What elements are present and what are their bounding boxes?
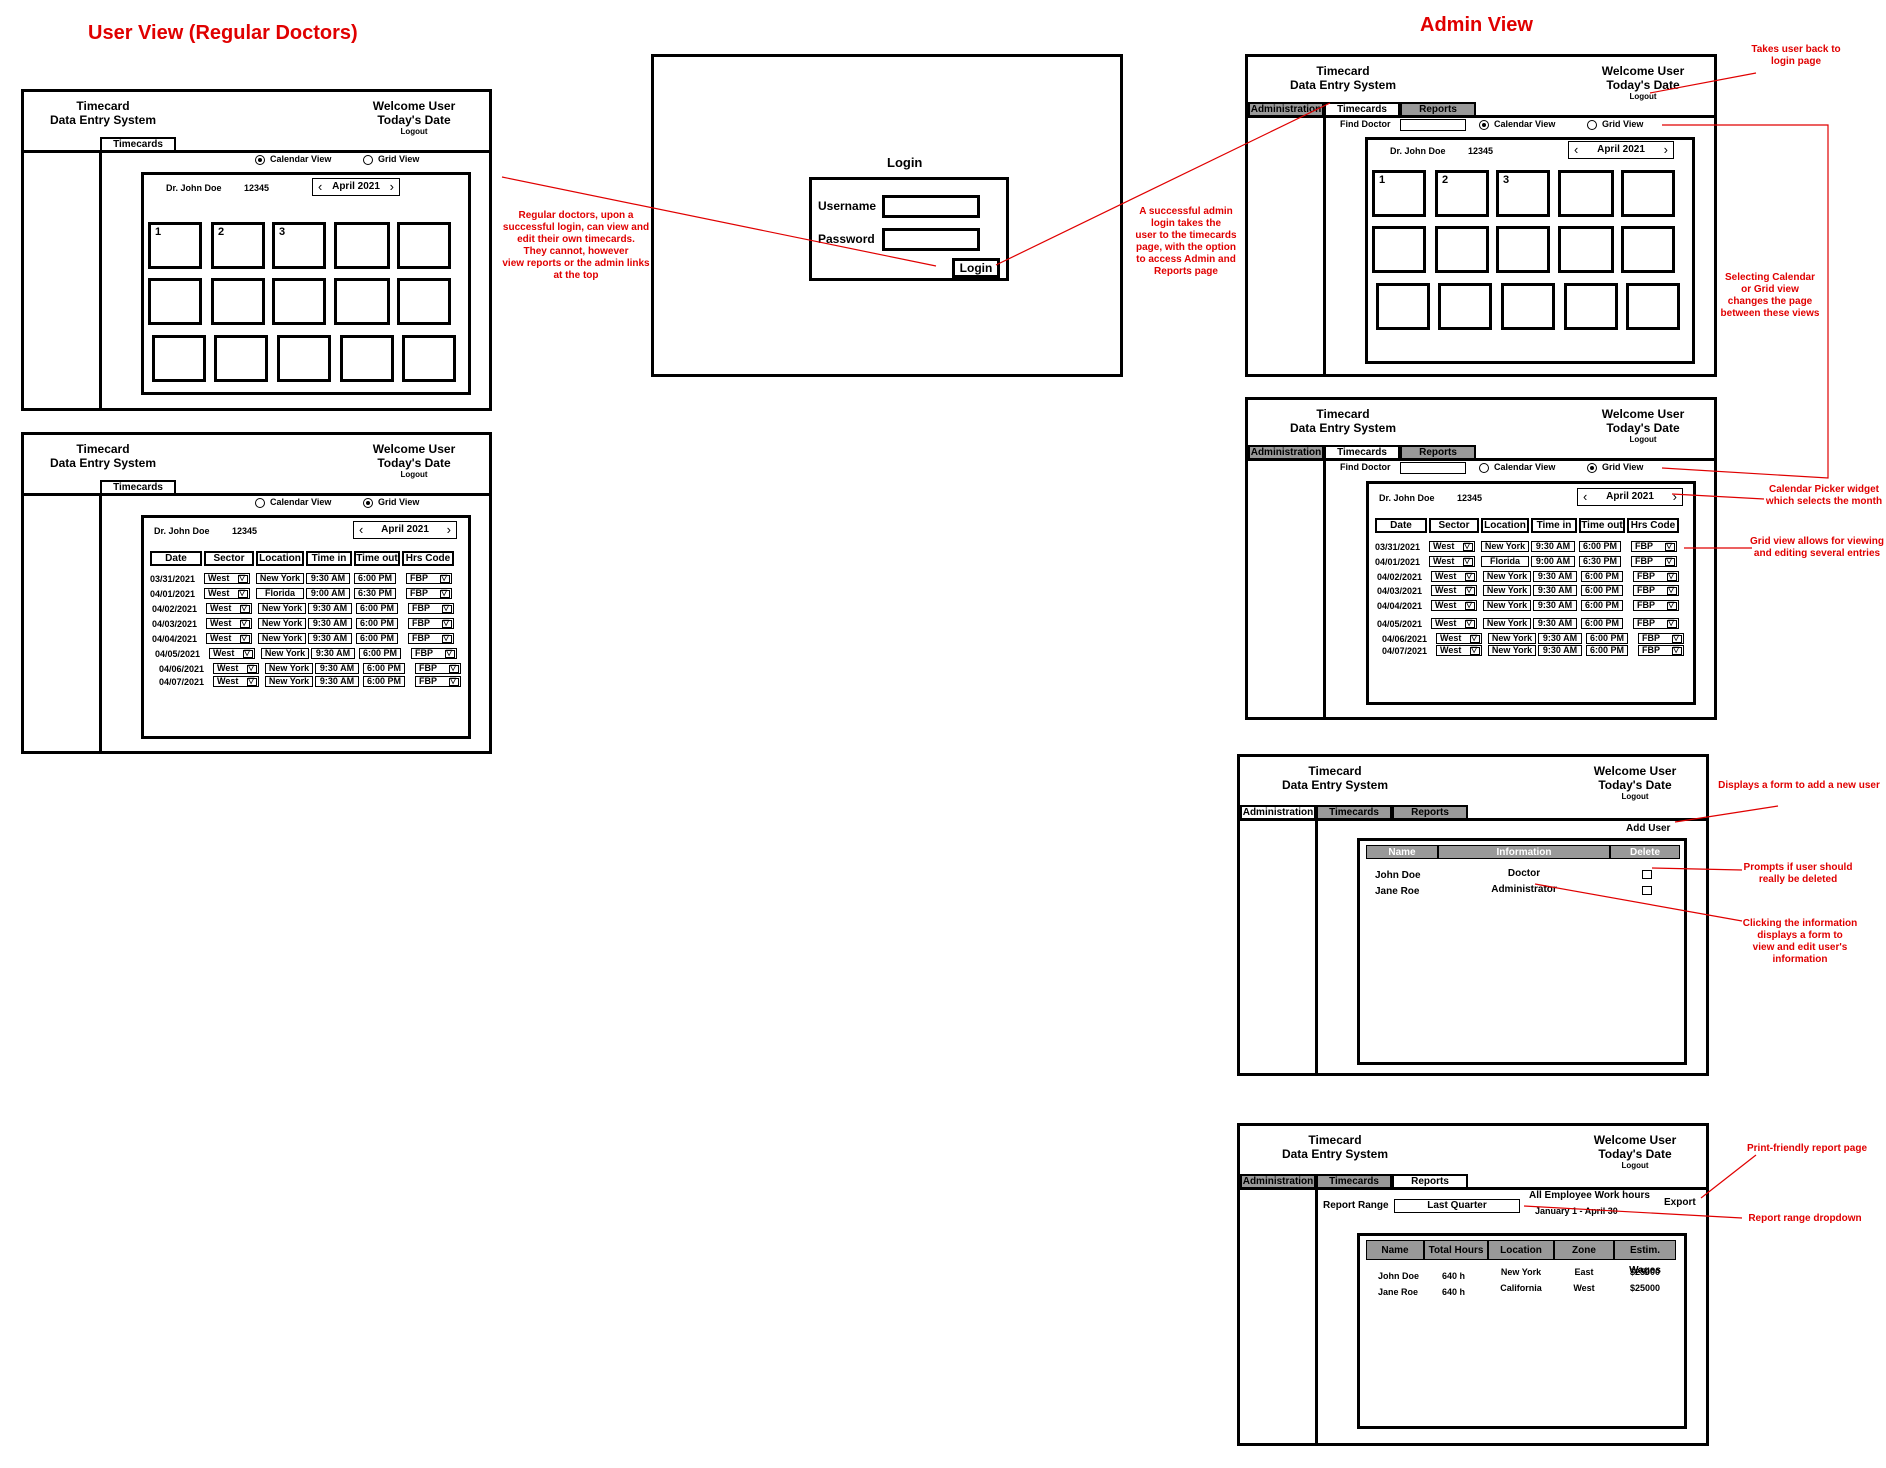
line-info-note [1534, 883, 1743, 922]
note-line: to access Admin and [1136, 254, 1236, 265]
note-line: Prompts if user should [1743, 862, 1853, 873]
note-line: user to the timecards [1135, 230, 1237, 241]
line-add-user-note [1674, 805, 1779, 823]
note-line: view and edit user's [1752, 942, 1848, 953]
note-line: Takes user back to [1751, 44, 1841, 55]
note-range: Report range dropdown [1740, 1213, 1870, 1225]
note-regular-doctors: Regular doctors, upon a successful login,… [500, 210, 652, 282]
note-line: page, with the option [1136, 242, 1236, 253]
note-line: and editing several entries [1753, 548, 1881, 559]
note-line: login takes the [1150, 218, 1221, 229]
note-line: Report range dropdown [1748, 1213, 1862, 1224]
note-picker: Calendar Picker widget which selects the … [1760, 484, 1886, 508]
note-print: Print-friendly report page [1740, 1143, 1874, 1155]
note-line: login page [1771, 56, 1821, 67]
note-line: successful login, can view and [502, 222, 650, 233]
note-line: view reports or the admin links [502, 258, 650, 269]
note-line: Reports page [1154, 266, 1218, 277]
line-range-note [1523, 1205, 1743, 1219]
note-line: information [1772, 954, 1828, 965]
note-line: changes the page [1727, 296, 1813, 307]
note-line: displays a form to [1757, 930, 1843, 941]
line-logout-note [1649, 72, 1757, 94]
note-logout: Takes user back to login page [1740, 44, 1852, 68]
note-toggle: Selecting Calendar or Grid view changes th… [1712, 272, 1828, 320]
line-delete-note [1651, 867, 1743, 871]
note-grid: Grid view allows for viewing and editing … [1748, 536, 1886, 560]
line-picker-note [1671, 493, 1765, 500]
note-line: A successful admin [1139, 206, 1233, 217]
note-admin-login: A successful admin login takes the user to… [1130, 206, 1242, 278]
note-line: at the top [553, 270, 599, 281]
note-line: They cannot, however [523, 246, 629, 257]
note-line: Displays a form to add a new user [1718, 780, 1880, 791]
annotation-lines [501, 72, 1829, 1219]
note-line: edit their own timecards. [517, 234, 635, 245]
note-line: Print-friendly report page [1746, 1143, 1867, 1154]
note-line: or Grid view [1741, 284, 1799, 295]
note-line: between these views [1720, 308, 1820, 319]
note-line: Clicking the information [1742, 918, 1858, 929]
note-info: Clicking the information displays a form … [1736, 918, 1864, 966]
note-delete: Prompts if user should really be deleted [1738, 862, 1858, 886]
note-line: really be deleted [1758, 874, 1838, 885]
line-print-note [1700, 1154, 1757, 1199]
note-line: Selecting Calendar [1724, 272, 1816, 283]
note-line: Grid view allows for viewing [1750, 536, 1884, 547]
note-line: Calendar Picker widget [1768, 484, 1880, 495]
note-line: which selects the month [1765, 496, 1883, 507]
note-line: Regular doctors, upon a [518, 210, 634, 221]
note-add-user: Displays a form to add a new user [1712, 780, 1886, 792]
